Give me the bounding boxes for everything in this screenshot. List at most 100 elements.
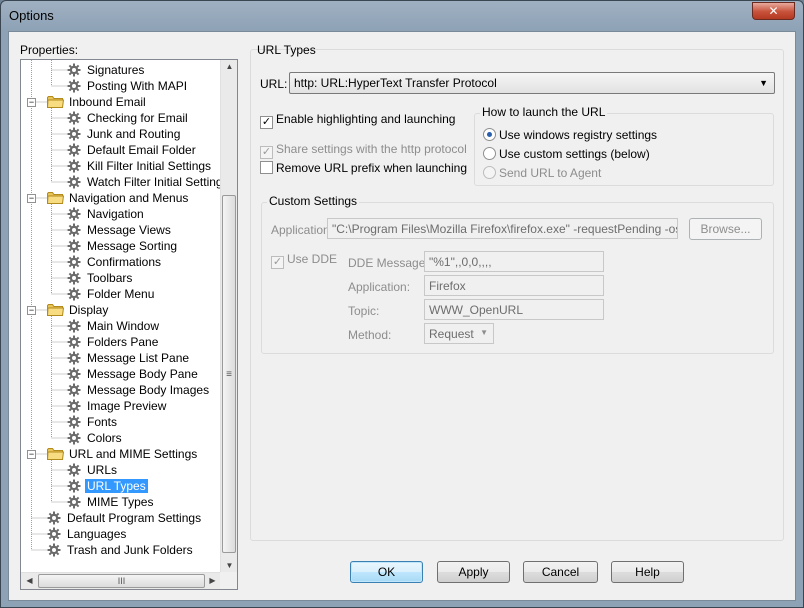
tree-item-label: Posting With MAPI (87, 79, 188, 93)
gear-icon (67, 63, 81, 77)
gear-icon (67, 431, 81, 445)
dialog-client-area: Properties: Signatures Posting With MAPI I… (8, 31, 796, 601)
tree-item[interactable]: URL Types (67, 478, 148, 494)
tree-item[interactable]: Colors (67, 430, 124, 446)
properties-tree[interactable]: Signatures Posting With MAPI Inbound Email… (20, 59, 238, 590)
remove-prefix-checkbox[interactable]: Remove URL prefix when launching (260, 161, 467, 175)
tree-item-label: Message Sorting (87, 239, 178, 253)
topic-field[interactable]: WWW_OpenURL (424, 299, 604, 320)
title-bar[interactable]: Options ✕ (1, 1, 803, 31)
tree-item[interactable]: Display (46, 302, 110, 318)
tree-item[interactable]: Signatures (67, 62, 146, 78)
tree-item[interactable]: Inbound Email (46, 94, 148, 110)
tree-item[interactable]: Message Views (67, 222, 173, 238)
tree-item[interactable]: Default Program Settings (47, 510, 203, 526)
scroll-left-arrow-icon[interactable]: ◀ (21, 576, 38, 585)
radio-custom-settings-label: Use custom settings (below) (499, 147, 650, 161)
method-value: Request (429, 327, 474, 341)
chevron-down-icon: ▼ (759, 78, 768, 88)
tree-item[interactable]: Image Preview (67, 398, 168, 414)
tree-item[interactable]: Fonts (67, 414, 119, 430)
tree-item[interactable]: Default Email Folder (67, 142, 198, 158)
tree-item-label: MIME Types (87, 495, 154, 509)
tree-item[interactable]: Languages (47, 526, 128, 542)
tree-item[interactable]: Message Sorting (67, 238, 179, 254)
scroll-up-arrow-icon[interactable]: ▲ (221, 62, 238, 71)
application-path-value: "C:\Program Files\Mozilla Firefox\firefo… (332, 222, 677, 236)
folder-icon (46, 447, 65, 460)
use-dde-checkbox[interactable]: ✓ Use DDE (271, 252, 337, 269)
topic-value: WWW_OpenURL (429, 303, 524, 317)
ok-button[interactable]: OK (350, 561, 423, 583)
tree-item[interactable]: Kill Filter Initial Settings (67, 158, 213, 174)
method-label: Method: (348, 328, 392, 342)
dde-application-label: Application: (348, 280, 411, 294)
url-dropdown[interactable]: http: URL:HyperText Transfer Protocol ▼ (289, 72, 775, 94)
radio-unselected-icon (483, 147, 496, 160)
tree-vertical-scrollbar[interactable]: ▲ ≡ ▼ (220, 60, 237, 572)
method-dropdown[interactable]: Request ▼ (424, 323, 494, 344)
radio-send-to-agent-label: Send URL to Agent (499, 166, 602, 180)
tree-item[interactable]: Folder Menu (67, 286, 156, 302)
gear-icon (67, 143, 81, 157)
collapse-icon[interactable]: − (27, 98, 36, 107)
browse-button[interactable]: Browse... (689, 218, 762, 240)
tree-item[interactable]: Main Window (67, 318, 161, 334)
tree-item-label: Folders Pane (87, 335, 159, 349)
collapse-icon[interactable]: − (27, 194, 36, 203)
tree-item[interactable]: Checking for Email (67, 110, 190, 126)
collapse-icon[interactable]: − (27, 306, 36, 315)
enable-highlighting-checkbox[interactable]: ✓ Enable highlighting and launching (260, 112, 455, 129)
tree-item[interactable]: URL and MIME Settings (46, 446, 199, 462)
dde-message-value: "%1",,0,0,,,, (429, 255, 492, 269)
tree-item[interactable]: Message Body Pane (67, 366, 200, 382)
gear-icon (67, 463, 81, 477)
gear-icon (67, 479, 81, 493)
tree-item[interactable]: MIME Types (67, 494, 155, 510)
tree-item[interactable]: URLs (67, 462, 119, 478)
radio-windows-registry[interactable]: Use windows registry settings (483, 128, 657, 142)
scrollbar-corner (220, 572, 237, 589)
custom-settings-title: Custom Settings (267, 194, 360, 208)
scroll-down-arrow-icon[interactable]: ▼ (221, 561, 238, 570)
vertical-scroll-thumb[interactable]: ≡ (222, 195, 236, 553)
radio-selected-icon (483, 128, 496, 141)
gear-icon (67, 223, 81, 237)
apply-button[interactable]: Apply (437, 561, 510, 583)
share-settings-checkbox[interactable]: ✓ Share settings with the http protocol (260, 142, 467, 159)
tree-item[interactable]: Message List Pane (67, 350, 191, 366)
options-window: Options ✕ Properties: Signatures Posting … (0, 0, 804, 608)
remove-prefix-label: Remove URL prefix when launching (276, 161, 467, 175)
help-button[interactable]: Help (611, 561, 684, 583)
tree-item-label: URL and MIME Settings (69, 447, 198, 461)
tree-item[interactable]: Navigation (67, 206, 146, 222)
tree-item[interactable]: Junk and Routing (67, 126, 182, 142)
tree-item[interactable]: Folders Pane (67, 334, 160, 350)
tree-item[interactable]: Toolbars (67, 270, 134, 286)
dde-message-field[interactable]: "%1",,0,0,,,, (424, 251, 604, 272)
tree-item[interactable]: Confirmations (67, 254, 163, 270)
tree-item-label: URL Types (85, 479, 148, 493)
gear-icon (67, 207, 81, 221)
collapse-icon[interactable]: − (27, 450, 36, 459)
tree-item-label: Trash and Junk Folders (67, 543, 193, 557)
tree-item-label: Languages (67, 527, 127, 541)
horizontal-scroll-thumb[interactable]: III (38, 574, 205, 588)
enable-highlighting-label: Enable highlighting and launching (276, 112, 456, 126)
tree-item[interactable]: Trash and Junk Folders (47, 542, 195, 558)
tree-item-label: Checking for Email (87, 111, 188, 125)
tree-item[interactable]: Posting With MAPI (67, 78, 189, 94)
application-path-field[interactable]: "C:\Program Files\Mozilla Firefox\firefo… (327, 218, 678, 239)
radio-custom-settings[interactable]: Use custom settings (below) (483, 147, 650, 161)
tree-item[interactable]: Watch Filter Initial Settings (67, 174, 221, 190)
tree-horizontal-scrollbar[interactable]: ◀ III ▶ (21, 572, 221, 589)
cancel-button[interactable]: Cancel (523, 561, 598, 583)
close-button[interactable]: ✕ (752, 2, 795, 20)
tree-item-label: Message Body Pane (87, 367, 198, 381)
scroll-right-arrow-icon[interactable]: ▶ (204, 576, 221, 585)
radio-send-to-agent[interactable]: Send URL to Agent (483, 166, 601, 180)
tree-item[interactable]: Navigation and Menus (46, 190, 190, 206)
dde-application-field[interactable]: Firefox (424, 275, 604, 296)
tree-item[interactable]: Message Body Images (67, 382, 211, 398)
tree-item-label: Image Preview (87, 399, 167, 413)
